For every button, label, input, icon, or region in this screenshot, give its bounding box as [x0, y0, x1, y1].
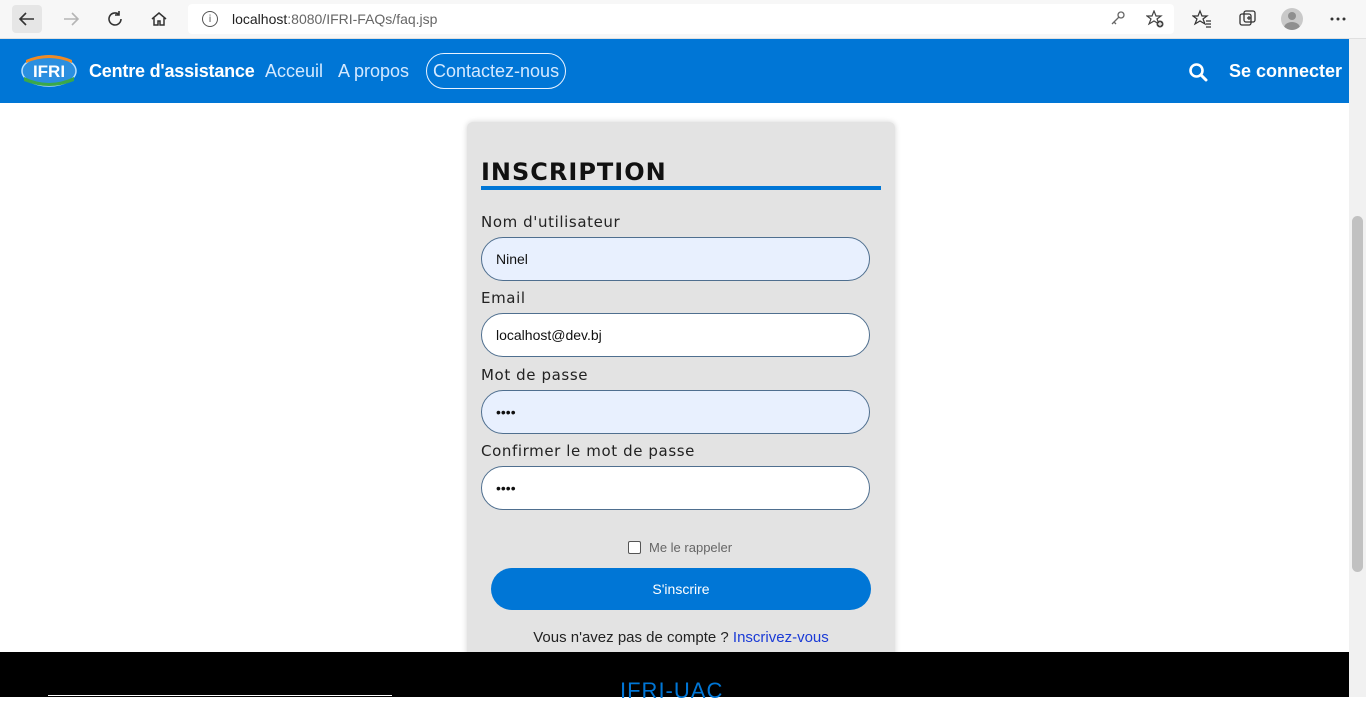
address-bar[interactable]: i localhost:8080/IFRI-FAQs/faq.jsp	[188, 4, 1174, 34]
form-title: INSCRIPTION	[481, 158, 667, 186]
svg-text:IFRI: IFRI	[33, 62, 65, 81]
arrow-left-icon	[18, 12, 34, 26]
url-path: :8080/IFRI-FAQs/faq.jsp	[287, 11, 438, 27]
footer-title: IFRI-UAC	[620, 678, 724, 703]
avatar[interactable]	[1281, 8, 1303, 30]
url-text: localhost:8080/IFRI-FAQs/faq.jsp	[232, 11, 437, 27]
more-icon[interactable]	[1327, 8, 1349, 30]
browser-toolbar: i localhost:8080/IFRI-FAQs/faq.jsp	[0, 0, 1366, 39]
search-icon[interactable]	[1188, 62, 1208, 82]
page-scrollbar[interactable]	[1349, 39, 1366, 697]
remember-me[interactable]: Me le rappeler	[628, 540, 732, 555]
registration-card: INSCRIPTION Nom d'utilisateur Ninel Emai…	[467, 122, 895, 662]
ifri-logo[interactable]: IFRI	[20, 51, 78, 89]
address-actions	[1110, 10, 1164, 28]
confirm-password-label: Confirmer le mot de passe	[481, 442, 695, 460]
password-label: Mot de passe	[481, 366, 589, 384]
username-field[interactable]: Ninel	[481, 237, 870, 281]
remember-label: Me le rappeler	[649, 540, 733, 555]
signup-prompt-line: Vous n'avez pas de compte ? Inscrivez-vo…	[467, 629, 895, 646]
footer-divider-left	[48, 695, 392, 696]
forward-button[interactable]	[56, 5, 86, 33]
username-label: Nom d'utilisateur	[481, 213, 621, 231]
reload-button[interactable]	[100, 5, 130, 33]
title-underline	[481, 186, 881, 190]
signup-button[interactable]: S'inscrire	[491, 568, 871, 610]
signup-prompt: Vous n'avez pas de compte ?	[533, 629, 733, 646]
brand-title[interactable]: Centre d'assistance	[89, 61, 255, 82]
site-footer: IFRI-UAC	[0, 652, 1349, 703]
scrollbar-thumb[interactable]	[1352, 216, 1363, 572]
email-field[interactable]: localhost@dev.bj	[481, 313, 870, 357]
email-label: Email	[481, 289, 526, 307]
login-link[interactable]: Se connecter	[1229, 61, 1342, 82]
favorites-icon[interactable]	[1191, 8, 1213, 30]
home-button[interactable]	[144, 5, 174, 33]
signup-link[interactable]: Inscrivez-vous	[733, 629, 829, 646]
collections-icon[interactable]	[1236, 8, 1258, 30]
info-icon[interactable]: i	[202, 11, 218, 27]
home-icon	[151, 12, 167, 26]
star-plus-icon[interactable]	[1146, 10, 1164, 28]
confirm-password-field[interactable]: ••••	[481, 466, 870, 510]
back-button[interactable]	[12, 5, 42, 33]
site-header: IFRI Centre d'assistance Acceuil A propo…	[0, 39, 1349, 103]
nav-link-home[interactable]: Acceuil	[265, 61, 323, 82]
password-field[interactable]: ••••	[481, 390, 870, 434]
arrow-right-icon	[64, 12, 80, 26]
nav-link-contact[interactable]: Contactez-nous	[426, 53, 567, 89]
remember-checkbox[interactable]	[628, 541, 641, 554]
nav-link-about[interactable]: A propos	[338, 61, 409, 82]
key-icon[interactable]	[1110, 10, 1126, 26]
url-host: localhost	[232, 11, 288, 27]
reload-icon	[108, 11, 122, 26]
